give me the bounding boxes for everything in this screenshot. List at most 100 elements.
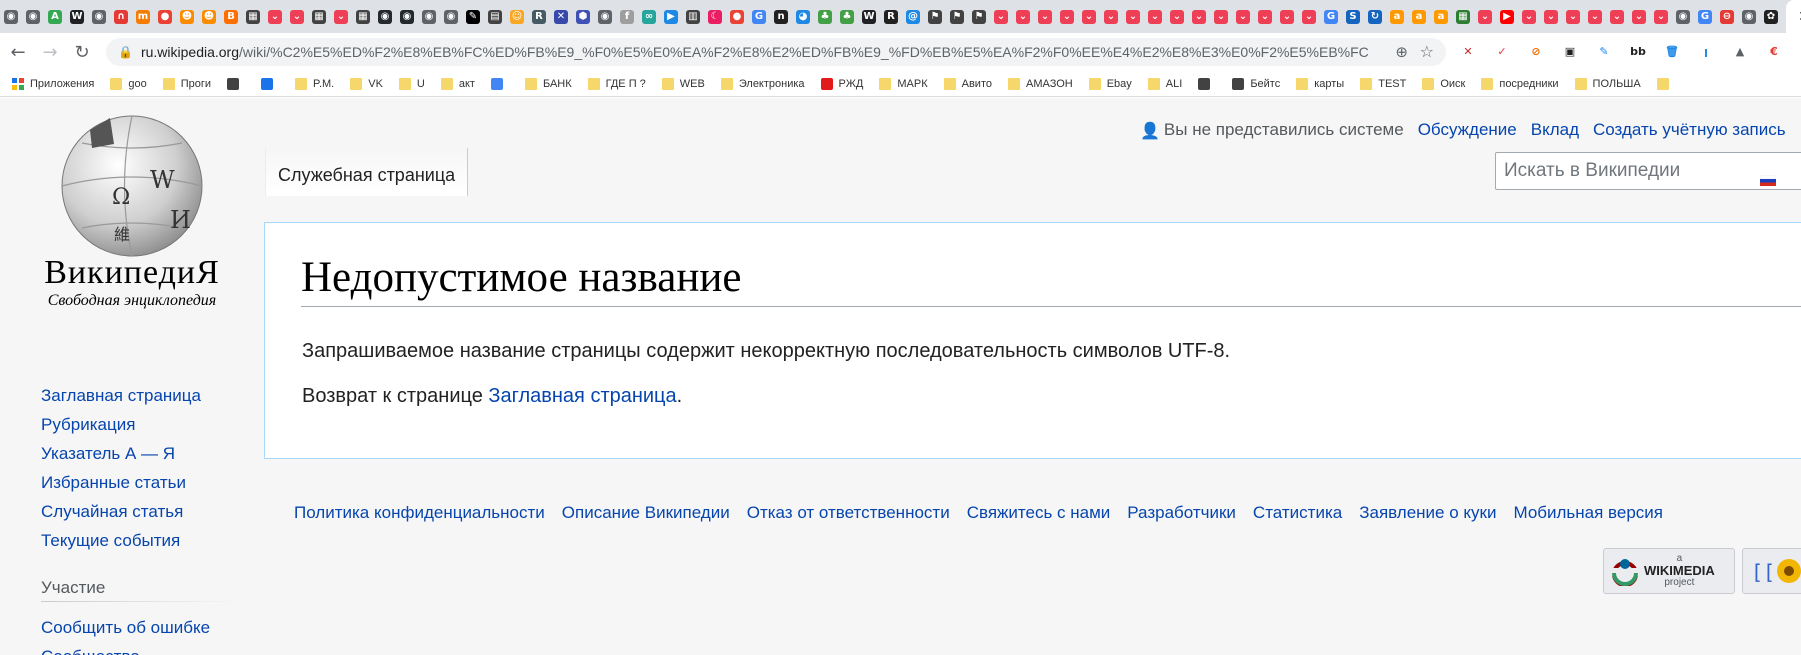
browser-tab[interactable]: ⌄ (1034, 6, 1056, 28)
sidebar-nav-link[interactable]: Случайная статья (41, 497, 201, 526)
bookmark-item[interactable] (1198, 77, 1216, 90)
mediawiki-badge[interactable]: [[ (1742, 548, 1801, 594)
zoom-icon[interactable]: ⊕ (1395, 43, 1408, 61)
footer-link[interactable]: Отказ от ответственности (747, 503, 950, 523)
bookmark-item[interactable]: Оиск (1422, 77, 1465, 90)
browser-tab[interactable]: @ (902, 6, 924, 28)
browser-tab[interactable]: W (66, 6, 88, 28)
footer-link[interactable]: Статистика (1253, 503, 1342, 523)
browser-tab[interactable]: ⌄ (1584, 6, 1606, 28)
browser-tab[interactable]: ◕ (792, 6, 814, 28)
participation-link[interactable]: Сообщить об ошибке (41, 613, 210, 642)
x-red-icon[interactable]: ✕ (1458, 41, 1478, 61)
bookmark-item[interactable]: Ebay (1088, 77, 1132, 90)
bookmark-item[interactable]: ГДЕ П ? (587, 77, 646, 90)
bookmark-item[interactable]: Авито (943, 77, 992, 90)
footer-link[interactable]: Заявление о куки (1359, 503, 1496, 523)
browser-tab[interactable]: S (1342, 6, 1364, 28)
bookmark-item[interactable]: TEST (1360, 77, 1406, 90)
block-icon[interactable]: ⊘ (1526, 41, 1546, 61)
browser-tab[interactable]: ● (154, 6, 176, 28)
bookmark-item[interactable]: goo (110, 77, 147, 90)
browser-tab[interactable]: ⌄ (1540, 6, 1562, 28)
drive-icon[interactable]: ▲ (1730, 41, 1750, 61)
address-url[interactable]: ru.wikipedia.org/wiki/%C2%E5%ED%F2%E8%EB… (141, 44, 1371, 60)
browser-tab[interactable]: ♣ (836, 6, 858, 28)
bookmark-item[interactable]: Электроника (720, 77, 805, 90)
sidebar-nav-link[interactable]: Указатель А — Я (41, 439, 201, 468)
browser-tab[interactable]: ▶ (1496, 6, 1518, 28)
browser-tab[interactable]: R (528, 6, 550, 28)
russian-flag-icon[interactable] (1760, 175, 1776, 186)
bookmark-item[interactable] (490, 77, 509, 90)
back-arrow-icon[interactable]: ← (4, 38, 32, 66)
browser-tab[interactable]: ◉ (374, 6, 396, 28)
browser-tab[interactable]: ◉ (1672, 6, 1694, 28)
browser-tab[interactable]: ∞ (638, 6, 660, 28)
browser-tab[interactable]: ⌄ (1078, 6, 1100, 28)
bookmark-item[interactable]: карты (1296, 77, 1344, 90)
browser-tab[interactable]: A (44, 6, 66, 28)
browser-tab[interactable]: ◉ (0, 6, 22, 28)
browser-tab[interactable]: a (1408, 6, 1430, 28)
browser-tab[interactable]: ⌄ (1650, 6, 1672, 28)
sidebar-nav-link[interactable]: Заглавная страница (41, 381, 201, 410)
browser-tab[interactable]: ⌄ (1056, 6, 1078, 28)
browser-tab[interactable]: ☻ (176, 6, 198, 28)
browser-tab[interactable]: ⌄ (286, 6, 308, 28)
bookmark-item[interactable]: РЖД (820, 77, 863, 90)
euro-icon[interactable]: € (1764, 41, 1784, 61)
bookmark-item[interactable]: ALI (1147, 77, 1182, 90)
browser-tab[interactable]: ▥ (682, 6, 704, 28)
return-link[interactable]: Заглавная страница (488, 385, 676, 407)
bookmark-item[interactable] (227, 77, 245, 90)
browser-tab[interactable]: ◉ (396, 6, 418, 28)
browser-tab[interactable]: ▤ (484, 6, 506, 28)
footer-link[interactable]: Свяжитесь с нами (967, 503, 1111, 523)
browser-tab[interactable]: ⌄ (990, 6, 1012, 28)
footer-link[interactable]: Разработчики (1127, 503, 1236, 523)
contributions-link[interactable]: Вклад (1531, 120, 1579, 140)
browser-tab[interactable]: ⌄ (1518, 6, 1540, 28)
wikipedia-logo[interactable]: Ω W И 維 ВикипедиЯ Свободная энциклопедия (22, 108, 242, 309)
bookmark-item[interactable]: P.M. (295, 77, 334, 90)
browser-tab[interactable]: ⌄ (1562, 6, 1584, 28)
bookmark-item[interactable] (261, 77, 279, 90)
browser-tab[interactable]: ◉ (1738, 6, 1760, 28)
browser-tab[interactable]: ⌄ (1276, 6, 1298, 28)
browser-tab[interactable]: ⌄ (1210, 6, 1232, 28)
badge-icon[interactable]: ▣ (1560, 41, 1580, 61)
browser-tab[interactable]: ⌄ (1606, 6, 1628, 28)
browser-tab[interactable]: B (220, 6, 242, 28)
footer-link[interactable]: Мобильная версия (1513, 503, 1663, 523)
browser-tab[interactable]: ▦ (242, 6, 264, 28)
bookmark-item[interactable]: Приложения (12, 77, 94, 90)
search-input[interactable] (1496, 153, 1801, 189)
text-cursor-icon[interactable]: ꞁ (1696, 41, 1716, 61)
bookmark-item[interactable]: БАНК (524, 77, 572, 90)
browser-tab[interactable]: ⌄ (1298, 6, 1320, 28)
browser-tab[interactable]: a (1386, 6, 1408, 28)
browser-tab[interactable]: ◉ (440, 6, 462, 28)
browser-tab[interactable]: ⌄ (1254, 6, 1276, 28)
talk-link[interactable]: Обсуждение (1418, 120, 1517, 140)
browser-tab[interactable]: ◉ (88, 6, 110, 28)
browser-tab[interactable]: ∩ (110, 6, 132, 28)
browser-tab[interactable]: ⌄ (1166, 6, 1188, 28)
bookmark-item[interactable]: VK (350, 77, 383, 90)
sidebar-nav-link[interactable]: Избранные статьи (41, 468, 201, 497)
browser-tab[interactable]: ♣ (814, 6, 836, 28)
browser-tab[interactable]: ⌄ (264, 6, 286, 28)
address-bar[interactable]: 🔒 ru.wikipedia.org/wiki/%C2%E5%ED%F2%E8%… (106, 38, 1446, 66)
browser-tab[interactable]: ✿ (1760, 6, 1782, 28)
footer-link[interactable]: Описание Википедии (562, 503, 730, 523)
browser-tab[interactable]: ⌄ (1474, 6, 1496, 28)
create-account-link[interactable]: Создать учётную запись (1593, 120, 1786, 140)
browser-tab[interactable]: m (132, 6, 154, 28)
browser-tab[interactable]: ✕ (550, 6, 572, 28)
browser-tab[interactable]: a (1430, 6, 1452, 28)
sidebar-nav-link[interactable]: Рубрикация (41, 410, 201, 439)
browser-tab[interactable]: f (616, 6, 638, 28)
browser-tab[interactable]: ⌄ (1628, 6, 1650, 28)
forward-arrow-icon[interactable]: → (36, 38, 64, 66)
